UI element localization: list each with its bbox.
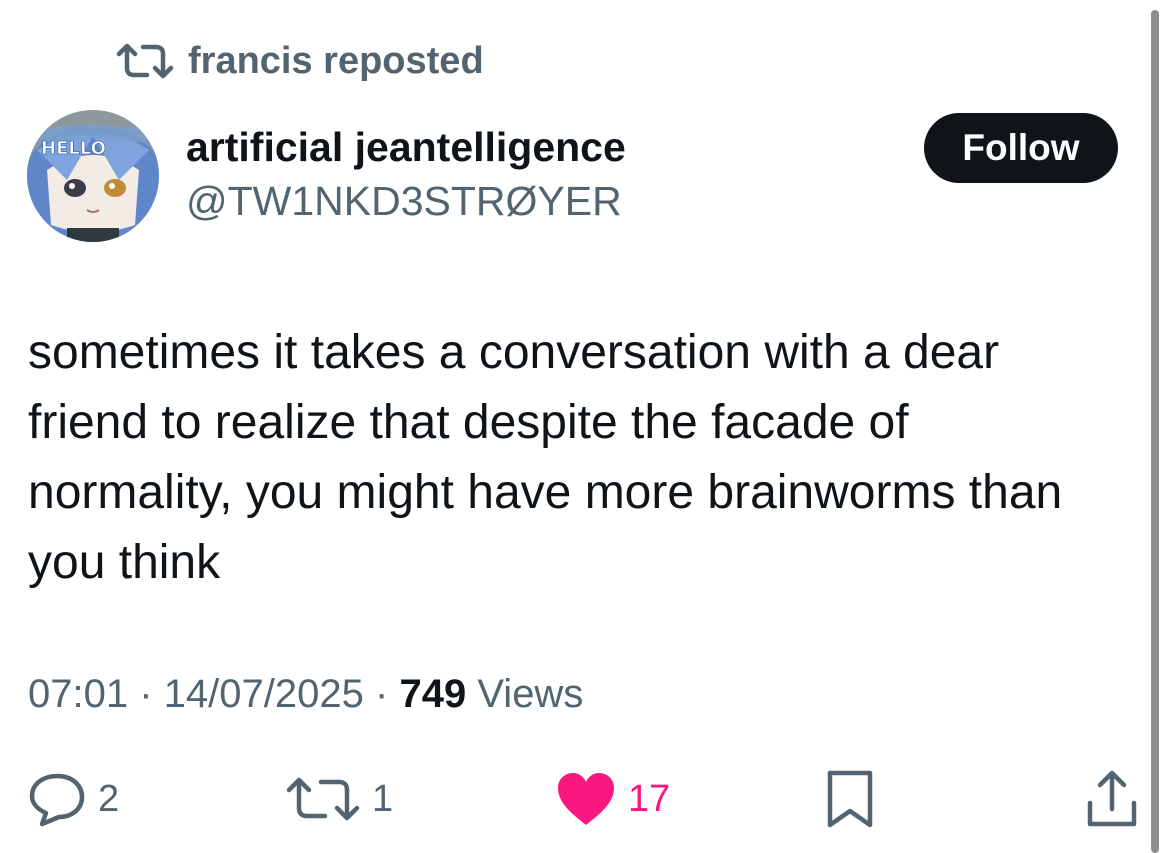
- views-label[interactable]: Views: [477, 672, 583, 716]
- author-handle[interactable]: @TW1NKD3STRØYER: [186, 178, 622, 225]
- tweet-line: you think: [28, 536, 221, 589]
- avatar[interactable]: HELLO: [27, 110, 159, 242]
- tweet-time[interactable]: 07:01: [28, 672, 128, 716]
- follow-button[interactable]: Follow: [924, 113, 1118, 183]
- repost-count: 1: [372, 777, 394, 820]
- share-button[interactable]: [1086, 768, 1138, 830]
- author-display-name[interactable]: artificial jeantelligence: [186, 124, 626, 171]
- repost-icon: [116, 43, 174, 79]
- heart-icon: [556, 771, 616, 827]
- reply-button[interactable]: 2: [28, 768, 119, 830]
- meta-separator: ·: [139, 672, 153, 716]
- like-button[interactable]: 17: [556, 768, 670, 830]
- svg-text:HELLO: HELLO: [41, 138, 106, 159]
- repost-icon: [286, 777, 360, 821]
- bookmark-button[interactable]: [826, 768, 874, 830]
- repost-context[interactable]: francis reposted: [116, 38, 484, 84]
- scrollbar[interactable]: [1151, 10, 1159, 853]
- tweet-date[interactable]: 14/07/2025: [164, 672, 364, 716]
- tweet-line: normality, you might have more brainworm…: [28, 466, 1063, 519]
- share-icon: [1086, 769, 1138, 829]
- repost-button[interactable]: 1: [286, 768, 393, 830]
- bookmark-icon: [826, 769, 874, 829]
- meta-separator: ·: [375, 672, 389, 716]
- like-count: 17: [628, 777, 671, 820]
- reply-count: 2: [98, 777, 120, 820]
- tweet-meta: 07:01 · 14/07/2025 · 749 Views: [28, 672, 583, 717]
- tweet-line: sometimes it takes a conversation with a…: [28, 326, 1000, 379]
- reply-icon: [28, 771, 86, 827]
- tweet-text: sometimes it takes a conversation with a…: [28, 318, 1150, 598]
- tweet-line: friend to realize that despite the facad…: [28, 396, 909, 449]
- repost-label: francis reposted: [188, 39, 484, 82]
- views-count[interactable]: 749: [399, 672, 466, 716]
